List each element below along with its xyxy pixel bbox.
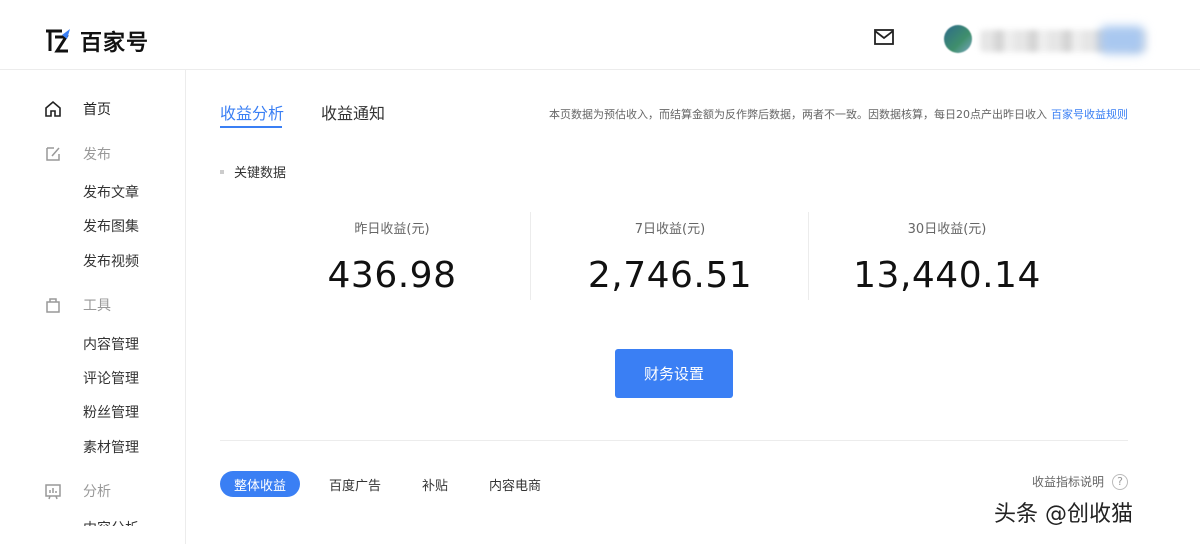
sidebar-item-analysis[interactable]: 分析: [44, 481, 111, 501]
notice-text: 本页数据为预估收入，而结算金额为反作弊后数据，两者不一致。因数据核算，每日20点…: [549, 108, 1047, 121]
stat-value: 13,440.14: [853, 255, 1041, 296]
baijiahao-logo[interactable]: 百家号: [44, 25, 149, 57]
stat-value: 2,746.51: [587, 255, 753, 296]
sidebar-item-publish[interactable]: 发布: [44, 144, 111, 164]
stat-7-days: 7日收益(元) 2,746.51: [531, 212, 809, 302]
sidebar-item-fans-manage[interactable]: 粉丝管理: [83, 402, 139, 422]
data-notice: 本页数据为预估收入，而结算金额为反作弊后数据，两者不一致。因数据核算，每日20点…: [549, 106, 1128, 122]
revenue-metrics-help[interactable]: 收益指标说明 ?: [1032, 473, 1128, 490]
sidebar-item-label: 发布: [83, 147, 111, 163]
tab-revenue-analysis[interactable]: 收益分析: [220, 100, 284, 124]
stat-30-days: 30日收益(元) 13,440.14: [808, 212, 1086, 302]
question-icon[interactable]: ?: [1112, 473, 1128, 490]
sidebar-item-publish-gallery[interactable]: 发布图集: [83, 216, 139, 236]
edit-icon: [46, 147, 60, 161]
section-divider: [220, 440, 1128, 441]
sidebar-item-publish-article[interactable]: 发布文章: [83, 182, 139, 202]
finance-settings-button[interactable]: 财务设置: [615, 349, 733, 398]
stat-yesterday: 昨日收益(元) 436.98: [253, 212, 531, 302]
section-key-data: 关键数据: [220, 162, 286, 181]
stat-label: 7日收益(元): [634, 222, 706, 237]
home-icon: [45, 100, 61, 117]
sidebar-item-tools[interactable]: 工具: [44, 295, 111, 315]
toolbox-icon: [46, 298, 60, 313]
logo-text: 百家号: [80, 31, 150, 56]
sidebar-item-label: 首页: [83, 102, 111, 118]
active-tab-underline: [220, 126, 282, 128]
section-title: 关键数据: [234, 166, 287, 181]
mail-icon[interactable]: [874, 29, 894, 45]
sidebar-item-material-manage[interactable]: 素材管理: [83, 437, 139, 457]
filter-subsidy[interactable]: 补贴: [422, 471, 448, 497]
help-text: 收益指标说明: [1031, 475, 1104, 489]
bullet-icon: [220, 169, 224, 174]
sidebar-item-content-manage[interactable]: 内容管理: [83, 334, 139, 354]
sidebar-item-home[interactable]: 首页: [44, 99, 111, 119]
watermark: 头条 @创收猫: [994, 502, 1133, 527]
baijiahao-logo-icon: [46, 29, 70, 53]
stat-label: 昨日收益(元): [354, 222, 430, 237]
stat-value: 436.98: [327, 255, 457, 296]
sidebar-item-publish-video[interactable]: 发布视频: [83, 251, 139, 271]
chart-icon: [45, 484, 61, 500]
sidebar-item-comment-manage[interactable]: 评论管理: [83, 368, 139, 388]
user-name-blurred[interactable]: [980, 30, 1148, 52]
sidebar-item-cut-off[interactable]: 内容分析: [83, 518, 139, 526]
sidebar-item-label: 分析: [83, 484, 111, 500]
sidebar-item-label: 工具: [83, 298, 111, 314]
user-avatar[interactable]: [944, 25, 972, 53]
top-header: 百家号: [0, 0, 1200, 70]
revenue-rules-link[interactable]: 百家号收益规则: [1051, 108, 1128, 121]
filter-baidu-ads[interactable]: 百度广告: [329, 471, 381, 497]
filter-overall-revenue[interactable]: 整体收益: [220, 471, 301, 497]
tab-revenue-notice[interactable]: 收益通知: [321, 100, 385, 124]
stat-label: 30日收益(元): [907, 222, 987, 237]
filter-content-ecommerce[interactable]: 内容电商: [489, 471, 541, 497]
